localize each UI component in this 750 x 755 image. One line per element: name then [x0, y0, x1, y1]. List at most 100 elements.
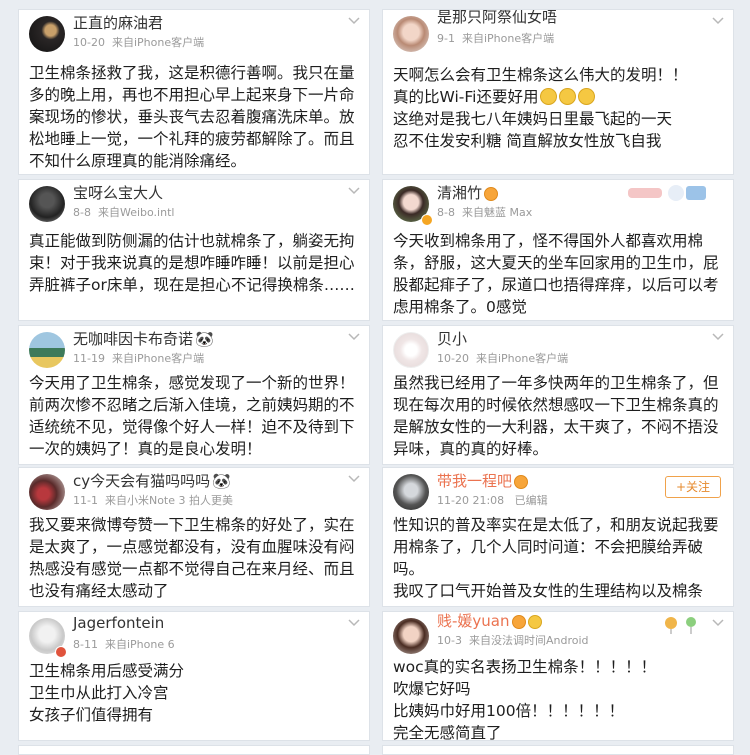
username[interactable]: 无咖啡因卡布奇诺 🐼	[73, 328, 214, 349]
post-card-partial[interactable]	[382, 745, 734, 755]
post-meta: 11-20 21:08 已编辑	[437, 492, 548, 508]
post-meta: 8-8 来自Weibo.intl	[73, 204, 174, 220]
post-source: 来自iPhone 6	[104, 638, 175, 651]
chevron-down-icon[interactable]	[711, 332, 725, 342]
follow-button[interactable]: +关注	[665, 476, 721, 498]
post-card-partial[interactable]	[18, 745, 370, 755]
post-card[interactable]: 带我一程吧 11-20 21:08 已编辑 +关注 性知识的普及率实在是太低了，…	[382, 467, 734, 607]
post-card[interactable]: 清湘竹 8-8 来自魅蓝 Max 今天收到棉条用了，怪不得国外人都喜欢用棉条，舒…	[382, 179, 734, 321]
post-time: 11-19	[73, 352, 105, 365]
avatar[interactable]	[393, 474, 429, 510]
post-source: 来自iPhone客户端	[475, 352, 569, 365]
panda-emoji-icon: 🐼	[195, 330, 214, 348]
post-line-with-emoji: 真的比Wi-Fi还要好用	[393, 86, 725, 108]
post-source: 来自iPhone客户端	[461, 32, 555, 45]
post-text: 我又要来微博夸赞一下卫生棉条的好处了，实在是太爽了，一点感觉都没有，没有血腥味没…	[29, 516, 355, 600]
chevron-down-icon[interactable]	[711, 618, 725, 628]
post-line: 完全无感简直了	[393, 724, 502, 741]
post-card[interactable]: 宝呀么宝大人 8-8 来自Weibo.intl 真正能做到防侧漏的估计也就棉条了…	[18, 179, 370, 321]
vip-badge-icon	[514, 475, 529, 489]
chevron-down-icon[interactable]	[347, 618, 361, 628]
avatar[interactable]	[29, 186, 65, 222]
avatar[interactable]	[393, 332, 429, 368]
post-body: 天啊怎么会有卫生棉条这么伟大的发明！！ 真的比Wi-Fi还要好用 这绝对是我七八…	[393, 64, 725, 152]
post-line: 这绝对是我七八年姨妈日里最飞起的一天	[393, 110, 673, 128]
post-card[interactable]: 贝小 10-20 来自iPhone客户端 虽然我已经用了一年多快两年的卫生棉条了…	[382, 325, 734, 465]
username-text: cy今天会有猫吗吗吗	[73, 472, 211, 490]
avatar[interactable]	[29, 474, 65, 510]
username-text: 贱-媛yuan	[437, 612, 510, 630]
post-line: 比姨妈巾好用100倍！！！！！！	[393, 702, 625, 720]
smile-emoji-icon	[527, 615, 542, 629]
post-card[interactable]: 贱-媛yuan 10-3 来自没法调时间Android woc真的实名表扬卫生棉…	[382, 611, 734, 741]
post-text: 真正能做到防侧漏的估计也就棉条了，躺姿无拘束！对于我来说真的是想咋睡咋睡！以前是…	[29, 232, 355, 294]
post-line: woc真的实名表扬卫生棉条！！！！！	[393, 658, 657, 676]
username[interactable]: 带我一程吧	[437, 470, 529, 491]
post-line: 忍不住发安利糖 简直解放女性放飞自我	[393, 132, 662, 150]
post-line: 卫生棉条用后感受满分	[29, 662, 185, 680]
post-meta: 10-20 来自iPhone客户端	[73, 34, 204, 50]
username[interactable]: Jagerfontein	[73, 614, 164, 632]
post-body: 卫生棉条用后感受满分 卫生巾从此打入冷宫 女孩子们值得拥有	[29, 660, 361, 726]
chevron-down-icon[interactable]	[711, 16, 725, 26]
post-source: 来自小米Note 3 拍人更美	[104, 494, 233, 507]
post-time: 9-1	[437, 32, 455, 45]
post-source: 来自iPhone客户端	[111, 352, 205, 365]
post-time: 10-3	[437, 634, 462, 647]
post-time: 10-20	[437, 352, 469, 365]
username[interactable]: 宝呀么宝大人	[73, 182, 163, 203]
post-source: 已编辑	[514, 494, 548, 507]
smile-emoji-icon	[578, 88, 596, 105]
post-meta: 8-11 来自iPhone 6	[73, 636, 175, 652]
post-text: 虽然我已经用了一年多快两年的卫生棉条了，但现在每次用的时候依然想感叹一下卫生棉条…	[393, 374, 719, 458]
vip-badge-icon	[511, 615, 526, 629]
avatar[interactable]	[29, 332, 65, 368]
balloon-decoration-icon	[665, 617, 696, 634]
post-line: 卫生巾从此打入冷宫	[29, 684, 169, 702]
post-text: 今天用了卫生棉条，感觉发现了一个新的世界！前两次惨不忍睹之后渐入佳境，之前姨妈期…	[29, 374, 355, 458]
post-card[interactable]: Jagerfontein 8-11 来自iPhone 6 卫生棉条用后感受满分 …	[18, 611, 370, 741]
vip-badge-icon	[55, 646, 67, 658]
avatar[interactable]	[29, 16, 65, 52]
post-text: 卫生棉条拯救了我，这是积德行善啊。我只在量多的晚上用，再也不用担心早上起来身下一…	[29, 64, 355, 170]
username[interactable]: 正直的麻油君	[73, 12, 163, 33]
post-time: 8-8	[73, 206, 91, 219]
post-meta: 11-1 来自小米Note 3 拍人更美	[73, 492, 233, 508]
post-meta: 11-19 来自iPhone客户端	[73, 350, 204, 366]
post-source: 来自魅蓝 Max	[461, 206, 533, 219]
post-text: 今天收到棉条用了，怪不得国外人都喜欢用棉条，舒服，这大夏天的坐车回家用的卫生巾，…	[393, 232, 719, 316]
post-card[interactable]: 无咖啡因卡布奇诺 🐼 11-19 来自iPhone客户端 今天用了卫生棉条，感觉发…	[18, 325, 370, 465]
chevron-down-icon[interactable]	[347, 186, 361, 196]
post-card[interactable]: 正直的麻油君 10-20 来自iPhone客户端 卫生棉条拯救了我，这是积德行善…	[18, 9, 370, 175]
avatar[interactable]	[393, 16, 429, 52]
post-line: 真的比Wi-Fi还要好用	[393, 88, 539, 106]
chevron-down-icon[interactable]	[347, 16, 361, 26]
post-meta: 8-8 来自魅蓝 Max	[437, 204, 532, 220]
chevron-down-icon[interactable]	[347, 474, 361, 484]
username[interactable]: 是那只阿祭仙女唔	[437, 10, 557, 27]
username-text: 清湘竹	[437, 184, 483, 202]
post-time: 11-1	[73, 494, 98, 507]
post-time: 8-8	[437, 206, 455, 219]
username[interactable]: 清湘竹	[437, 182, 499, 203]
post-line: 女孩子们值得拥有	[29, 706, 154, 724]
post-card[interactable]: 是那只阿祭仙女唔 9-1 来自iPhone客户端 天啊怎么会有卫生棉条这么伟大的…	[382, 9, 734, 175]
username[interactable]: cy今天会有猫吗吗吗 🐼	[73, 470, 231, 491]
post-source: 来自没法调时间Android	[468, 634, 589, 647]
vip-badge-icon	[421, 214, 433, 226]
smile-emoji-icon	[559, 88, 577, 105]
post-meta: 9-1 来自iPhone客户端	[437, 30, 554, 46]
post-line: 我叹了口气开始普及女性的生理结构以及棉条	[393, 582, 704, 600]
post-meta: 10-3 来自没法调时间Android	[437, 632, 589, 648]
username[interactable]: 贱-媛yuan	[437, 612, 542, 631]
post-body: woc真的实名表扬卫生棉条！！！！！ 吹爆它好吗 比姨妈巾好用100倍！！！！！…	[393, 656, 725, 741]
post-card[interactable]: cy今天会有猫吗吗吗 🐼 11-1 来自小米Note 3 拍人更美 我又要来微博夸…	[18, 467, 370, 607]
username[interactable]: 贝小	[437, 328, 467, 349]
post-time: 11-20 21:08	[437, 494, 505, 507]
sticker-decoration-icon	[628, 185, 706, 201]
avatar[interactable]	[393, 618, 429, 654]
vip-badge-icon	[484, 187, 499, 201]
chevron-down-icon[interactable]	[347, 332, 361, 342]
post-time: 10-20	[73, 36, 105, 49]
post-source: 来自iPhone客户端	[111, 36, 205, 49]
